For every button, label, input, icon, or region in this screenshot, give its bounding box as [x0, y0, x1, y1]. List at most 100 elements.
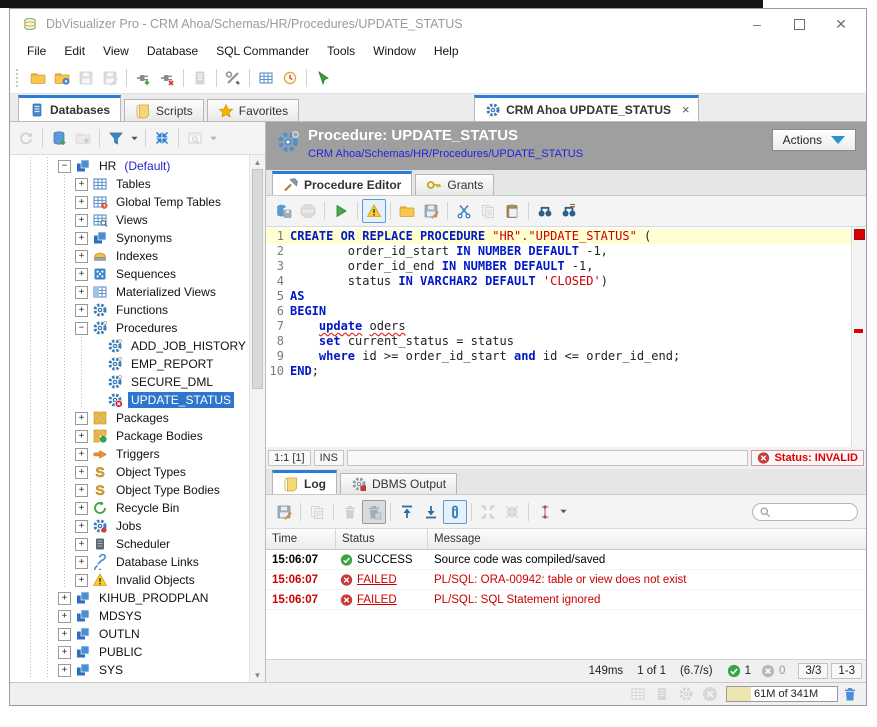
tree-scrollbar[interactable]: ▲ ▼ [249, 155, 265, 682]
toolbar-grip[interactable] [16, 69, 21, 87]
tree-expander-icon[interactable]: + [75, 556, 88, 569]
collapse-all-button[interactable] [150, 126, 174, 150]
menu-window[interactable]: Window [364, 41, 425, 61]
menu-edit[interactable]: Edit [55, 41, 94, 61]
copy-button[interactable] [476, 199, 500, 223]
code-line-3[interactable]: 3 order_id_end IN NUMBER DEFAULT -1, [266, 259, 851, 274]
sql-code-editor[interactable]: 1CREATE OR REPLACE PROCEDURE "HR"."UPDAT… [266, 227, 866, 447]
tree-item-object-types[interactable]: +SObject Types [10, 463, 249, 481]
scroll-top-button[interactable] [395, 500, 419, 524]
maximize-button[interactable] [778, 11, 820, 37]
delete-all-button[interactable] [362, 500, 386, 524]
delete-button[interactable] [338, 500, 362, 524]
scrollbar-thumb[interactable] [252, 169, 263, 389]
save-button[interactable] [74, 66, 98, 90]
open-folder-settings-button[interactable] [50, 66, 74, 90]
code-line-7[interactable]: 7 update oders [266, 319, 851, 334]
tree-item-scheduler[interactable]: +Scheduler [10, 535, 249, 553]
tree-item-sys[interactable]: +SYS [10, 661, 249, 679]
tree-expander-icon[interactable]: + [75, 502, 88, 515]
monitor-button[interactable] [278, 66, 302, 90]
tree-item-synonyms[interactable]: +Synonyms [10, 229, 249, 247]
tab-close-icon[interactable]: × [682, 102, 690, 117]
scroll-down-icon[interactable]: ▼ [250, 668, 265, 682]
tree-item-recycle-bin[interactable]: +Recycle Bin [10, 499, 249, 517]
menu-tools[interactable]: Tools [318, 41, 364, 61]
code-line-5[interactable]: 5AS [266, 289, 851, 304]
tree-item-public[interactable]: +PUBLIC [10, 643, 249, 661]
code-line-1[interactable]: 1CREATE OR REPLACE PROCEDURE "HR"."UPDAT… [266, 229, 851, 244]
log-row[interactable]: 15:06:07FAILEDPL/SQL: ORA-00942: table o… [266, 570, 866, 590]
tree-item-views[interactable]: +Views [10, 211, 249, 229]
scroll-bottom-button[interactable] [419, 500, 443, 524]
garbage-collect-icon[interactable] [842, 686, 858, 702]
menu-help[interactable]: Help [425, 41, 468, 61]
column-time[interactable]: Time [266, 529, 336, 549]
tab-procedure-editor[interactable]: Procedure Editor [272, 171, 412, 195]
tab-favorites[interactable]: Favorites [207, 99, 299, 121]
tree-item-jobs[interactable]: +Jobs [10, 517, 249, 535]
tree-item-add-job-history[interactable]: ADD_JOB_HISTORY [10, 337, 249, 355]
disconnect-button[interactable] [155, 66, 179, 90]
warning-button[interactable] [362, 199, 386, 223]
tree-item-triggers[interactable]: +Triggers [10, 445, 249, 463]
server-small-button[interactable] [650, 682, 674, 706]
tree-item-packages[interactable]: +Packages [10, 409, 249, 427]
save-procedure-button[interactable] [272, 199, 296, 223]
tree-expander-icon[interactable]: + [58, 628, 71, 641]
close-button[interactable]: ✕ [820, 11, 862, 37]
find-replace-button[interactable] [557, 199, 581, 223]
tree-expander-icon[interactable]: + [75, 412, 88, 425]
open-folder-button[interactable] [26, 66, 50, 90]
tree-item-update-status[interactable]: UPDATE_STATUS [10, 391, 249, 409]
save-as-button[interactable] [272, 500, 296, 524]
tree-expander-icon[interactable]: + [75, 538, 88, 551]
caret-down-button[interactable] [128, 126, 141, 150]
tree-item-materialized-views[interactable]: +Materialized Views [10, 283, 249, 301]
tree-expander-icon[interactable]: + [75, 466, 88, 479]
collapse-button[interactable] [500, 500, 524, 524]
window-search-button[interactable] [183, 126, 207, 150]
run-button[interactable] [329, 199, 353, 223]
log-search-box[interactable] [752, 503, 858, 521]
tree-item-emp-report[interactable]: EMP_REPORT [10, 355, 249, 373]
stop-button[interactable]: STOP [296, 199, 320, 223]
error-marker-icon[interactable] [854, 229, 865, 240]
menu-view[interactable]: View [94, 41, 138, 61]
tree-expander-icon[interactable]: + [75, 304, 88, 317]
save-as-button[interactable] [98, 66, 122, 90]
save-as-button[interactable] [419, 199, 443, 223]
tab-crm-ahoa-update-status[interactable]: CRM Ahoa UPDATE_STATUS × [474, 95, 698, 121]
tree-item-procedures[interactable]: −Procedures [10, 319, 249, 337]
tree-expander-icon[interactable]: + [75, 268, 88, 281]
expand-button[interactable] [476, 500, 500, 524]
title-bar[interactable]: DbVisualizer Pro - CRM Ahoa/Schemas/HR/P… [10, 9, 866, 39]
menu-database[interactable]: Database [138, 41, 207, 61]
tree-item-indexes[interactable]: +Indexes [10, 247, 249, 265]
error-stripe[interactable] [851, 227, 866, 447]
tree-expander-icon[interactable]: + [75, 286, 88, 299]
grid-window-button[interactable] [254, 66, 278, 90]
tree-expander-icon[interactable]: + [75, 574, 88, 587]
tree-item-global-temp-tables[interactable]: +Global Temp Tables [10, 193, 249, 211]
tree-expander-icon[interactable]: + [58, 646, 71, 659]
x-circle-gray-button[interactable] [698, 682, 722, 706]
paste-button[interactable] [500, 199, 524, 223]
code-line-10[interactable]: 10END; [266, 364, 851, 379]
code-line-6[interactable]: 6BEGIN [266, 304, 851, 319]
log-table-header[interactable]: Time Status Message [266, 529, 866, 550]
code-line-2[interactable]: 2 order_id_start IN NUMBER DEFAULT -1, [266, 244, 851, 259]
tree-item-hr[interactable]: −HR(Default) [10, 157, 249, 175]
tree-expander-icon[interactable]: + [75, 196, 88, 209]
tree-item-secure-dml[interactable]: SECURE_DML [10, 373, 249, 391]
code-line-9[interactable]: 9 where id >= order_id_start and id <= o… [266, 349, 851, 364]
tree-item-outln[interactable]: +OUTLN [10, 625, 249, 643]
tree-item-kihub-prodplan[interactable]: +KIHUB_PRODPLAN [10, 589, 249, 607]
tree-expander-icon[interactable]: + [75, 484, 88, 497]
tree-item-object-type-bodies[interactable]: +SObject Type Bodies [10, 481, 249, 499]
column-message[interactable]: Message [428, 529, 866, 549]
tree-item-functions[interactable]: +Functions [10, 301, 249, 319]
tree-item-invalid-objects[interactable]: +Invalid Objects [10, 571, 249, 589]
search-input[interactable] [775, 505, 849, 519]
tree-expander-icon[interactable]: + [58, 664, 71, 677]
